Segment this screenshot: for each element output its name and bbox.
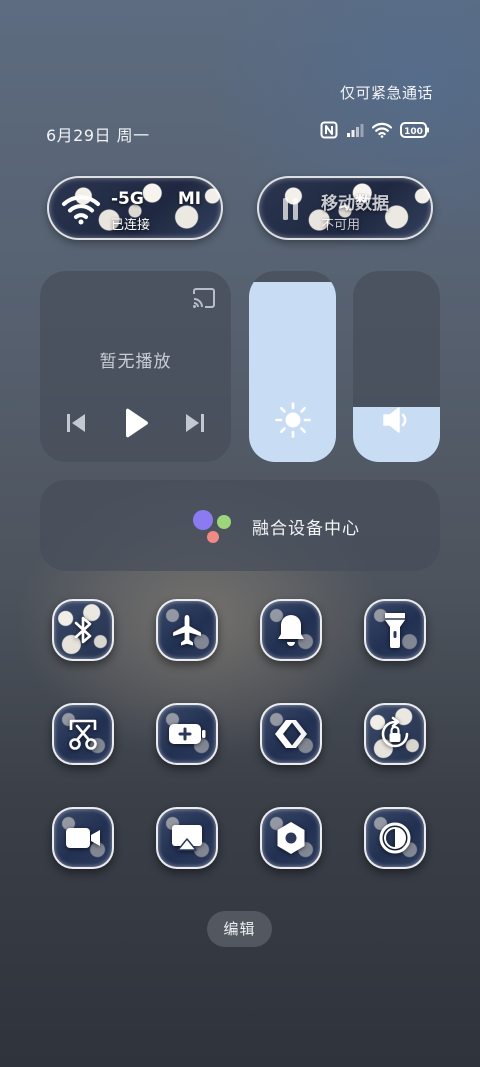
screen-record-toggle[interactable] bbox=[52, 807, 114, 869]
wifi-tile[interactable]: -5G MI 已连接 bbox=[47, 176, 223, 240]
cast-icon[interactable] bbox=[191, 287, 217, 309]
mobile-data-icon bbox=[283, 198, 298, 220]
nfc-icon bbox=[320, 121, 338, 139]
device-center-label: 融合设备中心 bbox=[252, 519, 360, 539]
scissors-icon bbox=[69, 719, 97, 750]
contrast-icon bbox=[379, 822, 411, 854]
bluetooth-icon bbox=[74, 616, 92, 644]
mobile-data-title: 移动数据 bbox=[321, 194, 389, 214]
rotation-lock-toggle[interactable] bbox=[364, 703, 426, 765]
status-icons: 100 bbox=[320, 121, 430, 139]
rotation-lock-icon bbox=[381, 716, 409, 748]
dark-mode-toggle[interactable] bbox=[364, 807, 426, 869]
signal-icon bbox=[347, 124, 364, 137]
volume-slider[interactable] bbox=[353, 271, 440, 462]
media-player-card[interactable]: 暂无播放 bbox=[40, 271, 231, 462]
battery-level-text: 100 bbox=[404, 127, 423, 137]
mobile-data-tile[interactable]: 移动数据 不可用 bbox=[257, 176, 433, 240]
battery-icon: 100 bbox=[400, 122, 429, 138]
wifi-network-name: -5G MI bbox=[111, 189, 202, 209]
airplane-icon bbox=[173, 615, 201, 646]
airplay-icon bbox=[172, 825, 202, 851]
wifi-status-text: 已连接 bbox=[111, 218, 151, 233]
speaker-icon bbox=[382, 407, 406, 433]
battery-saver-toggle[interactable] bbox=[156, 703, 218, 765]
device-center-icon bbox=[193, 510, 231, 543]
play-icon[interactable] bbox=[123, 408, 149, 438]
date-text: 6月29日 周一 bbox=[46, 126, 150, 145]
device-center-card[interactable]: 融合设备中心 bbox=[40, 480, 440, 571]
bell-icon bbox=[278, 615, 304, 646]
wifi-status-icon bbox=[372, 122, 392, 138]
mobile-data-status: 不可用 bbox=[321, 218, 361, 233]
battery-plus-icon bbox=[169, 724, 206, 744]
brightness-slider[interactable] bbox=[249, 271, 336, 462]
flashlight-toggle[interactable] bbox=[364, 599, 426, 661]
previous-icon[interactable] bbox=[66, 411, 86, 435]
wifi-icon bbox=[62, 195, 100, 225]
emergency-calls-only-text: 仅可紧急通话 bbox=[339, 84, 433, 102]
nearby-share-toggle[interactable] bbox=[260, 703, 322, 765]
video-camera-icon bbox=[66, 828, 100, 848]
bluetooth-toggle[interactable] bbox=[52, 599, 114, 661]
sun-icon bbox=[274, 402, 311, 438]
share-arrows-icon bbox=[275, 720, 307, 748]
flashlight-icon bbox=[385, 613, 405, 648]
edit-button[interactable]: 编辑 bbox=[207, 911, 272, 947]
no-playback-text: 暂无播放 bbox=[99, 352, 172, 372]
ringer-toggle[interactable] bbox=[260, 599, 322, 661]
airplane-mode-toggle[interactable] bbox=[156, 599, 218, 661]
next-icon[interactable] bbox=[185, 411, 205, 435]
settings-toggle[interactable] bbox=[260, 807, 322, 869]
hex-nut-icon bbox=[277, 822, 305, 854]
screenshot-toggle[interactable] bbox=[52, 703, 114, 765]
screen-cast-toggle[interactable] bbox=[156, 807, 218, 869]
